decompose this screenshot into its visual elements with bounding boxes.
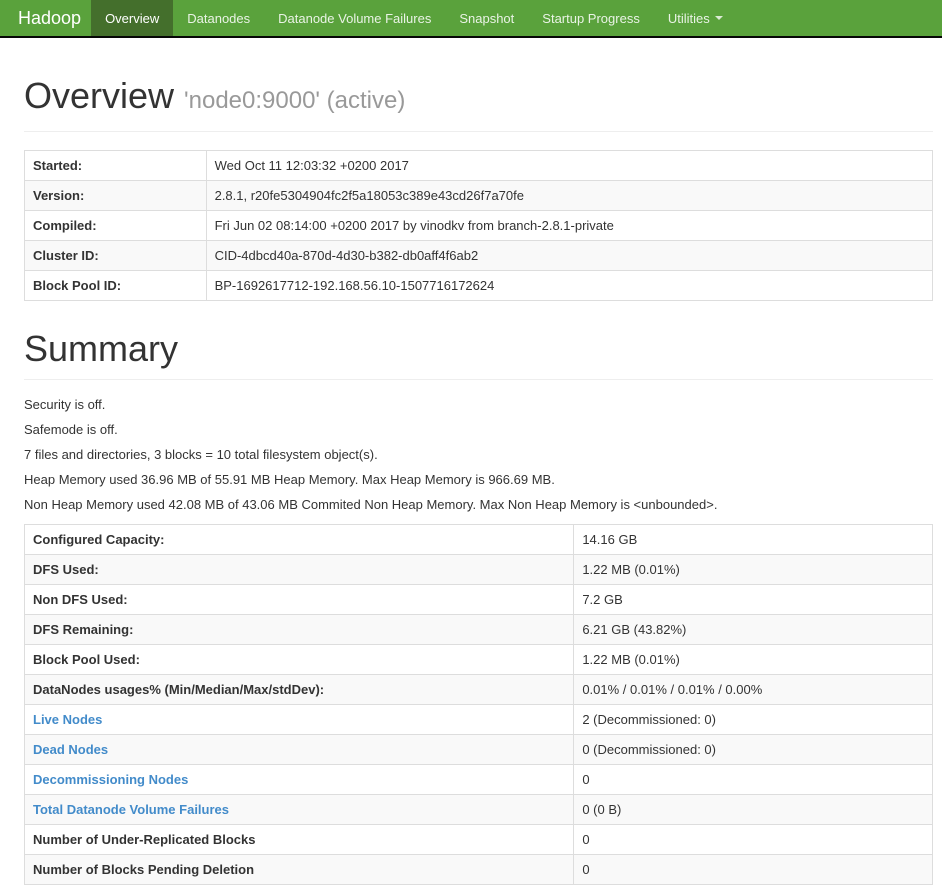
navbar-item-label: Snapshot [459,10,515,26]
summary-paragraph: Security is off. [24,397,106,412]
table-row: Number of Blocks Pending Deletion 0 [23,854,933,885]
table-row: Version: 2.8.1, r20fe5304904fc2f5a18053c… [24,180,934,211]
summary-heading: Summary [24,328,179,369]
table-row: Number of Under-Replicated Blocks 0 [23,824,933,855]
page-content: Overview 'node0:9000' (active) Started: … [0,76,942,885]
navbar-item[interactable]: Utilities [654,0,737,36]
navbar-item[interactable]: Snapshot [445,0,528,36]
row-label[interactable]: Dead Nodes [33,742,108,757]
row-value: 7.2 GB [582,592,623,607]
row-label: DFS Remaining: [33,622,134,637]
row-value: 14.16 GB [582,532,638,547]
row-label[interactable]: Live Nodes [33,712,102,727]
row-label: Number of Under-Replicated Blocks [33,832,256,847]
row-value: 0 (Decommissioned: 0) [582,742,716,757]
page-title-text: Overview [24,75,175,116]
row-value: 2 (Decommissioned: 0) [582,712,716,727]
cluster-info-table: Started: Wed Oct 11 12:03:32 +0200 2017 … [24,150,934,301]
row-value: 2.8.1, r20fe5304904fc2f5a18053c389e43cd2… [214,188,524,203]
table-row: Configured Capacity: 14.16 GB [23,524,933,555]
table-row: DFS Used: 1.22 MB (0.01%) [23,554,933,585]
row-value: 0 [582,832,590,847]
row-label: Cluster ID: [33,248,99,263]
row-value: 0 (0 B) [582,802,622,817]
navbar-item[interactable]: Datanode Volume Failures [264,0,445,36]
table-row: Compiled: Fri Jun 02 08:14:00 +0200 2017… [24,210,934,241]
table-row: Non DFS Used: 7.2 GB [23,584,933,615]
row-label: Number of Blocks Pending Deletion [33,862,255,877]
row-value: 1.22 MB (0.01%) [582,562,680,577]
page-title: Overview 'node0:9000' (active) [24,76,933,121]
row-value: BP-1692617712-192.168.56.10-150771617262… [214,278,495,293]
table-row: DataNodes usages% (Min/Median/Max/stdDev… [23,674,933,705]
summary-paragraphs: Security is off. Safemode is off. 7 file… [24,398,933,512]
row-value: 0.01% / 0.01% / 0.01% / 0.00% [582,682,763,697]
row-value: 0 [582,862,590,877]
table-row: Block Pool ID: BP-1692617712-192.168.56.… [24,270,934,301]
navbar-item-label: Startup Progress [542,10,640,26]
table-row: DFS Remaining: 6.21 GB (43.82%) [23,614,933,645]
table-row: Block Pool Used: 1.22 MB (0.01%) [23,644,933,675]
row-label: Compiled: [33,218,97,233]
navbar: Hadoop Overview Datanodes Datanode Volum… [0,0,942,38]
row-label: Started: [33,158,83,173]
table-row: Decommissioning Nodes 0 [23,764,933,795]
navbar-menu: Overview Datanodes Datanode Volume Failu… [91,0,737,36]
summary-table: Configured Capacity: 14.16 GB DFS Used: … [23,524,933,885]
row-value: Wed Oct 11 12:03:32 +0200 2017 [214,158,409,173]
row-value: 6.21 GB (43.82%) [582,622,687,637]
table-row: Total Datanode Volume Failures 0 (0 B) [23,794,933,825]
row-value: CID-4dbcd40a-870d-4d30-b382-db0aff4f6ab2 [214,248,479,263]
row-label: Version: [33,188,85,203]
summary-paragraph: Heap Memory used 36.96 MB of 55.91 MB He… [24,472,555,487]
summary-paragraph: Non Heap Memory used 42.08 MB of 43.06 M… [24,497,718,512]
divider [24,379,933,380]
chevron-down-icon [714,16,723,20]
navbar-item[interactable]: Datanodes [173,0,264,36]
navbar-item[interactable]: Overview [91,0,174,36]
row-label: Block Pool ID: [33,278,122,293]
row-label: DataNodes usages% (Min/Median/Max/stdDev… [33,682,325,697]
row-label: Configured Capacity: [33,532,165,547]
row-value: 1.22 MB (0.01%) [582,652,680,667]
page-subtitle: 'node0:9000' (active) [184,87,406,114]
row-value: Fri Jun 02 08:14:00 +0200 2017 by vinodk… [214,218,614,233]
table-row: Started: Wed Oct 11 12:03:32 +0200 2017 [24,150,934,181]
hadoop-brand-link[interactable]: Hadoop [0,0,91,36]
navbar-item-label: Utilities [667,10,710,26]
table-row: Cluster ID: CID-4dbcd40a-870d-4d30-b382-… [24,240,934,271]
row-label: Non DFS Used: [33,592,128,607]
row-label: DFS Used: [33,562,99,577]
summary-paragraph: 7 files and directories, 3 blocks = 10 t… [24,447,378,462]
row-label[interactable]: Decommissioning Nodes [33,772,188,787]
table-row: Live Nodes 2 (Decommissioned: 0) [23,704,933,735]
summary-paragraph: Safemode is off. [24,422,118,437]
navbar-item-label: Datanode Volume Failures [278,10,432,26]
table-row: Dead Nodes 0 (Decommissioned: 0) [23,734,933,765]
row-label: Block Pool Used: [33,652,140,667]
navbar-item[interactable]: Startup Progress [528,0,654,36]
row-label[interactable]: Total Datanode Volume Failures [33,802,229,817]
navbar-item-label: Datanodes [187,10,251,26]
row-value: 0 [582,772,590,787]
navbar-item-label: Overview [105,10,160,26]
divider [24,131,933,132]
